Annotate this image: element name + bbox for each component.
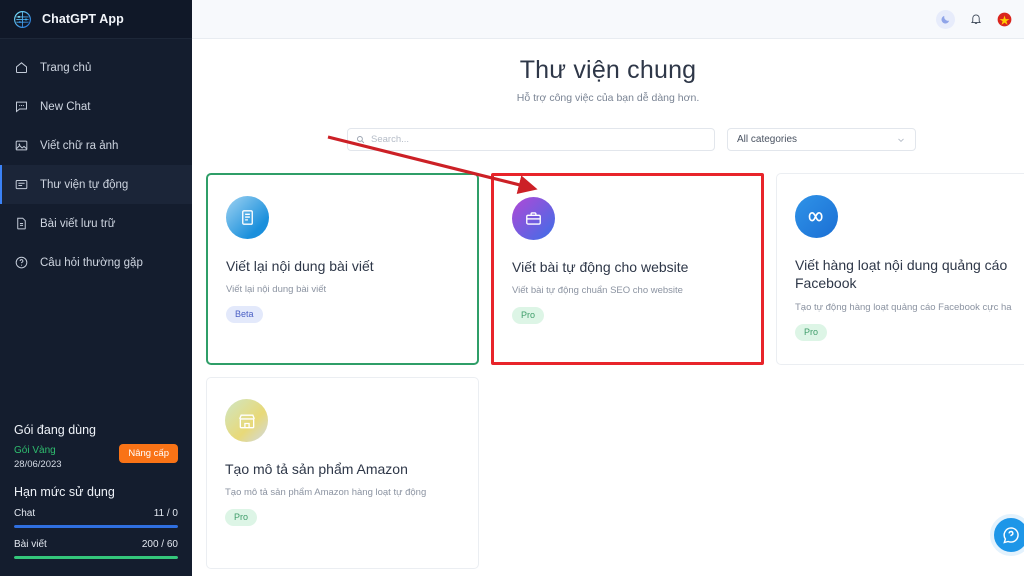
sidebar-item-bai-viet-luu-tru[interactable]: Bài viết lưu trữ [0,204,192,243]
card-icon-wrap [795,195,838,238]
plan-row: Gói Vàng 28/06/2023 Nâng cấp [14,443,178,472]
plan-name: Gói Vàng [14,444,56,456]
sidebar-item-new-chat[interactable]: New Chat [0,87,192,126]
sidebar-item-label: Bài viết lưu trữ [40,217,116,230]
card-title: Viết hàng loạt nội dung quảng cáo Facebo… [795,257,1008,292]
notification-bell-icon[interactable] [969,12,983,26]
quota-value: 200 / 60 [141,539,178,550]
sidebar-item-thu-vien-tu-dong[interactable]: Thư viện tự động [0,165,192,204]
sidebar-item-trang-chu[interactable]: Trang chủ [0,48,192,87]
search-input[interactable] [371,134,706,145]
sidebar: ChatGPT App Trang chủ New Chat Viết chữ … [0,0,192,576]
main-content: Thư viện chung Hỗ trợ công việc của bạn … [192,0,1024,576]
sidebar-item-viet-chu-ra-anh[interactable]: Viết chữ ra ảnh [0,126,192,165]
topbar [192,0,1024,39]
sidebar-nav: Trang chủ New Chat Viết chữ ra ảnh Thư v… [0,39,192,282]
sidebar-item-label: Viết chữ ra ảnh [40,139,119,152]
search-icon [357,136,365,144]
status-badge: Beta [226,306,263,324]
card-title: Viết lại nội dung bài viết [226,258,374,274]
quota-label: Bài viết [14,539,47,550]
sidebar-item-label: New Chat [40,100,91,113]
filters-bar: All categories [192,104,1024,151]
plan-section: Gói đang dùng Gói Vàng 28/06/2023 Nâng c… [0,423,192,576]
sidebar-item-label: Thư viện tự động [40,178,129,191]
sidebar-item-label: Câu hỏi thường gặp [40,256,143,269]
plan-expiry-date: 28/06/2023 [14,459,62,471]
template-card-amazon-description[interactable]: Tạo mô tả sản phẩm Amazon Tạo mô tả sản … [206,377,479,569]
document-rewrite-icon [242,210,253,225]
quota-head: Bài viết 200 / 60 [14,539,178,550]
card-icon-wrap [226,196,269,239]
search-box[interactable] [347,128,715,151]
card-description: Tạo tự động hàng loạt quảng cáo Facebook… [795,301,1012,313]
brand-name: ChatGPT App [42,12,124,26]
quota-item-bai-viet: Bài viết 200 / 60 [14,539,178,559]
card-icon-wrap [512,197,555,240]
category-select[interactable]: All categories [727,128,916,151]
app-window: ChatGPT App Trang chủ New Chat Viết chữ … [0,0,1024,576]
status-badge: Pro [795,323,828,341]
vietnam-flag-icon[interactable] [997,12,1012,27]
card-description: Tạo mô tả sản phẩm Amazon hàng loạt tự đ… [225,487,427,499]
meta-infinity-icon [808,211,823,222]
page-subtitle: Hỗ trợ công việc của bạn dễ dàng hơn. [516,92,700,104]
quota-item-chat: Chat 11 / 0 [14,508,178,528]
home-icon [16,62,27,73]
page-title: Thư viện chung [519,56,697,84]
briefcase-icon [526,212,541,225]
quota-label: Chat [14,508,36,519]
status-badge: Pro [512,307,545,325]
template-card-facebook-ads[interactable]: Viết hàng loạt nội dung quảng cáo Facebo… [776,173,1024,365]
support-chat-fab[interactable] [990,514,1024,556]
upgrade-button[interactable]: Nâng cấp [119,443,178,463]
template-card-auto-write-website[interactable]: Viết bài tự động cho website Viết bài tự… [491,173,764,365]
question-circle-icon [15,256,28,269]
page-header: Thư viện chung Hỗ trợ công việc của bạn … [192,39,1024,104]
quota-progress-bar [14,556,178,559]
dark-mode-toggle[interactable] [936,9,955,29]
card-description: Viết lại nội dung bài viết [226,284,327,296]
quota-progress-bar [14,525,178,528]
templates-grid: Viết lại nội dung bài viết Viết lại nội … [192,151,1024,569]
chevron-down-icon [898,138,904,142]
brain-network-icon [14,10,31,28]
plan-info: Gói Vàng 28/06/2023 [14,444,62,472]
dark-mode-moon-icon [941,15,950,23]
card-title: Viết bài tự động cho website [512,259,689,275]
sidebar-item-cau-hoi-thuong-gap[interactable]: Câu hỏi thường gặp [0,243,192,282]
category-selected-value: All categories [737,134,798,145]
quota-head: Chat 11 / 0 [14,508,178,519]
article-list-icon [15,179,28,190]
template-card-rewrite-article[interactable]: Viết lại nội dung bài viết Viết lại nội … [206,173,479,365]
card-title: Tạo mô tả sản phẩm Amazon [225,461,408,477]
sidebar-item-label: Trang chủ [40,61,92,74]
quota-heading: Hạn mức sử dụng [14,485,115,499]
status-badge: Pro [225,509,258,527]
quota-value: 11 / 0 [153,508,178,519]
card-description: Viết bài tự động chuẩn SEO cho website [512,285,683,297]
image-icon [15,140,28,151]
support-chat-icon [1003,527,1019,544]
brand-header[interactable]: ChatGPT App [0,0,192,39]
storefront-icon [238,414,255,428]
file-icon [17,217,26,230]
card-icon-wrap [225,399,268,442]
plan-heading: Gói đang dùng [14,422,97,437]
chat-bubble-icon [16,101,27,113]
